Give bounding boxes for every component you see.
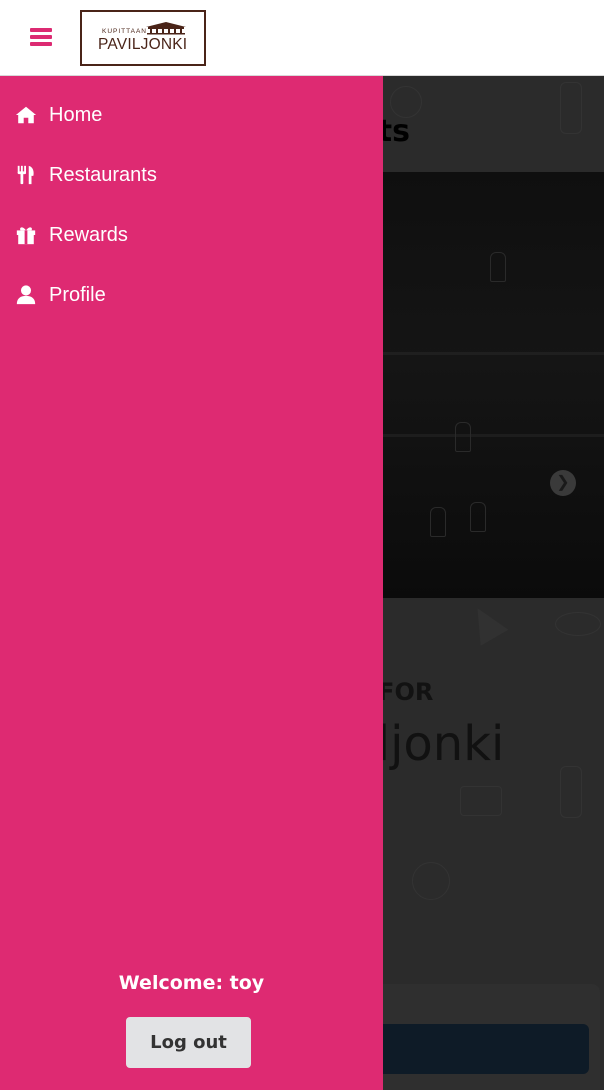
chevron-right-icon[interactable]: ❯ bbox=[550, 470, 576, 496]
home-icon bbox=[15, 106, 37, 124]
hamburger-icon[interactable] bbox=[30, 28, 52, 46]
welcome-text: Welcome: toy bbox=[118, 972, 265, 994]
nav-item-restaurants[interactable]: Restaurants bbox=[0, 154, 383, 198]
utensils-icon bbox=[17, 165, 34, 185]
nav-item-profile[interactable]: Profile bbox=[0, 274, 383, 318]
side-drawer: Home Restaurants Rewards Profile Welcome… bbox=[0, 76, 383, 1090]
logo-small-text: KUPITTAAN bbox=[102, 28, 147, 35]
gift-icon bbox=[16, 227, 36, 245]
nav-label-rewards: Rewards bbox=[49, 224, 128, 246]
app-header: KUPITTAAN PAVILJONKI bbox=[0, 0, 604, 76]
logo-big-text: PAVILJONKI bbox=[98, 36, 188, 53]
brand-logo[interactable]: KUPITTAAN PAVILJONKI bbox=[80, 10, 206, 66]
nav-item-home[interactable]: Home bbox=[0, 94, 383, 138]
user-icon bbox=[16, 285, 36, 305]
nav-label-restaurants: Restaurants bbox=[49, 164, 157, 186]
nav-item-rewards[interactable]: Rewards bbox=[0, 214, 383, 258]
logout-button[interactable]: Log out bbox=[126, 1017, 251, 1068]
pavilion-roof-icon bbox=[146, 22, 186, 35]
nav-label-home: Home bbox=[49, 104, 103, 126]
nav-label-profile: Profile bbox=[49, 284, 106, 306]
